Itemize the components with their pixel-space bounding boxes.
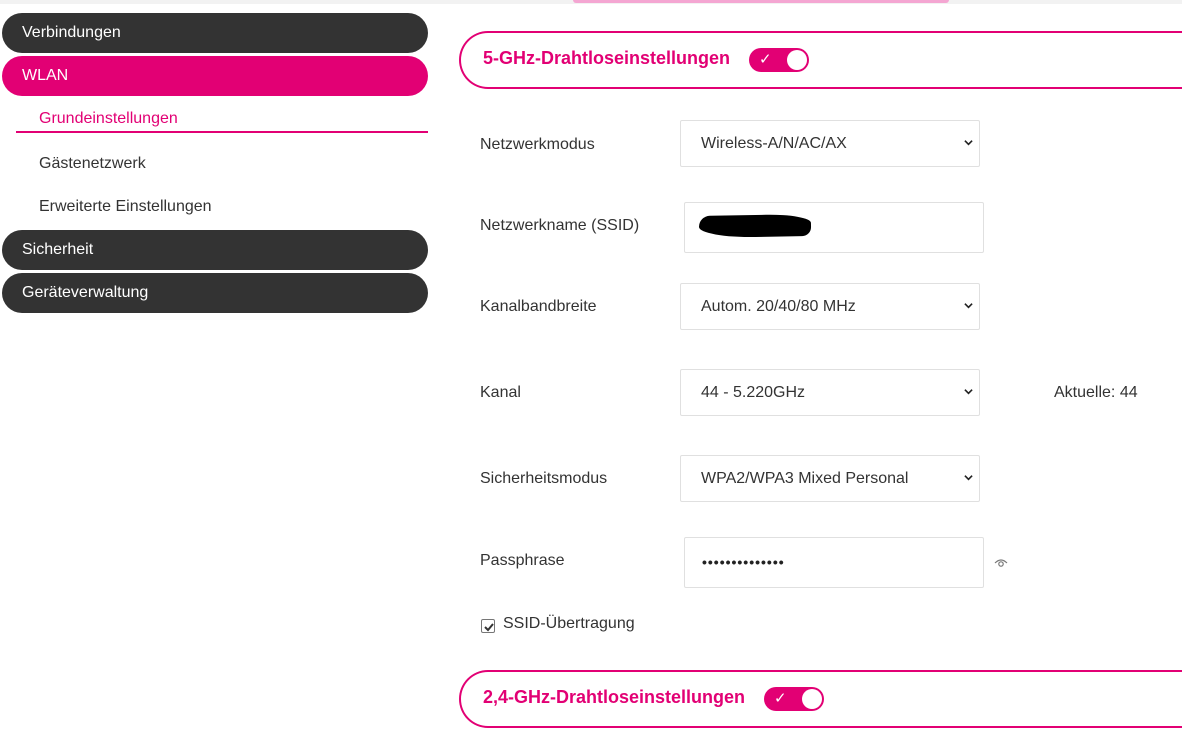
select-kanal[interactable]: 44 - 5.220GHz bbox=[680, 369, 980, 416]
select-kanalbandbreite-value: Autom. 20/40/80 MHz bbox=[701, 298, 856, 315]
toggle-knob bbox=[787, 50, 807, 70]
redacted-ssid-mark bbox=[698, 214, 812, 238]
select-netzwerkmodus-value: Wireless-A/N/AC/AX bbox=[701, 135, 847, 152]
select-sicherheitsmodus[interactable]: WPA2/WPA3 Mixed Personal bbox=[680, 455, 980, 502]
current-channel-text: Aktuelle: 44 bbox=[1054, 384, 1138, 401]
label-sicherheitsmodus: Sicherheitsmodus bbox=[480, 470, 608, 487]
chevron-down-icon bbox=[964, 389, 973, 395]
select-kanal-value: 44 - 5.220GHz bbox=[701, 384, 806, 401]
toggle-24ghz[interactable]: ✓ bbox=[764, 687, 824, 711]
section-title-5ghz: 5-GHz-Drahtloseinstellungen bbox=[483, 48, 731, 68]
label-kanalbandbreite: Kanalbandbreite bbox=[480, 298, 597, 315]
select-kanalbandbreite[interactable]: Autom. 20/40/80 MHz bbox=[680, 283, 980, 330]
label-ssid: Netzwerkname (SSID) bbox=[480, 217, 640, 234]
eye-icon[interactable] bbox=[994, 557, 1008, 569]
checkmark-icon: ✓ bbox=[759, 51, 772, 68]
chevron-down-icon bbox=[964, 303, 973, 309]
sidebar-subitem-erweiterte-einstellungen[interactable]: Erweiterte Einstellungen bbox=[39, 198, 212, 216]
sidebar-subitem-gaestenetzwerk[interactable]: Gästenetzwerk bbox=[39, 155, 146, 173]
chevron-down-icon bbox=[964, 475, 973, 481]
sidebar-item-wlan[interactable]: WLAN bbox=[2, 56, 428, 96]
sidebar-item-sicherheit[interactable]: Sicherheit bbox=[2, 230, 428, 270]
ssid-broadcast-checkbox[interactable] bbox=[481, 619, 495, 633]
toggle-knob bbox=[802, 689, 822, 709]
label-kanal: Kanal bbox=[480, 384, 521, 401]
sidebar-subitem-grundeinstellungen[interactable]: Grundeinstellungen bbox=[39, 110, 178, 128]
active-subitem-underline bbox=[16, 131, 428, 133]
sidebar-item-geraeteverwaltung[interactable]: Geräteverwaltung bbox=[2, 273, 428, 313]
top-accent-bar bbox=[573, 0, 949, 3]
label-netzwerkmodus: Netzwerkmodus bbox=[480, 136, 595, 153]
section-title-24ghz: 2,4-GHz-Drahtloseinstellungen bbox=[483, 687, 746, 707]
select-netzwerkmodus[interactable]: Wireless-A/N/AC/AX bbox=[680, 120, 980, 167]
sidebar-item-verbindungen[interactable]: Verbindungen bbox=[2, 13, 428, 53]
checkmark-icon: ✓ bbox=[774, 690, 787, 707]
label-passphrase: Passphrase bbox=[480, 552, 565, 569]
section-header-24ghz: 2,4-GHz-Drahtloseinstellungen ✓ bbox=[459, 670, 1182, 728]
chevron-down-icon bbox=[964, 140, 973, 146]
passphrase-masked-value: •••••••••••••• bbox=[702, 554, 785, 570]
checkmark-icon bbox=[484, 623, 494, 632]
section-header-5ghz: 5-GHz-Drahtloseinstellungen ✓ bbox=[459, 31, 1182, 89]
toggle-5ghz[interactable]: ✓ bbox=[749, 48, 809, 72]
select-sicherheitsmodus-value: WPA2/WPA3 Mixed Personal bbox=[701, 470, 909, 487]
ssid-broadcast-label: SSID-Übertragung bbox=[503, 615, 635, 632]
passphrase-input[interactable]: •••••••••••••• bbox=[684, 537, 984, 588]
ssid-input[interactable] bbox=[684, 202, 984, 253]
